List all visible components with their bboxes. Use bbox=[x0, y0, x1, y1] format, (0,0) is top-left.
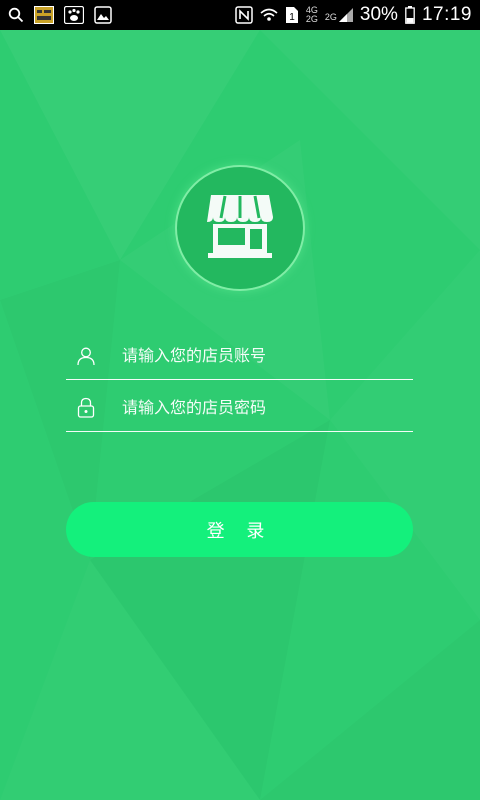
sim1-icon: 1 bbox=[285, 6, 299, 24]
account-field[interactable] bbox=[66, 332, 413, 380]
logo-circle bbox=[175, 164, 305, 291]
battery-percent: 30% bbox=[359, 4, 398, 25]
svg-text:1: 1 bbox=[289, 12, 295, 23]
status-bar: 1 4G 2G 2G 30% 17:19 bbox=[0, 0, 480, 30]
baidu-app-icon bbox=[64, 6, 84, 24]
logo bbox=[175, 164, 305, 291]
password-field[interactable] bbox=[66, 384, 413, 432]
wifi-icon bbox=[260, 6, 278, 24]
status-bar-right: 1 4G 2G 2G 30% 17:19 bbox=[235, 4, 472, 26]
login-screen: 1 4G 2G 2G 30% 17:19 请输入您的店员账号 登 录 bbox=[0, 0, 480, 800]
signal-icon: 2G bbox=[325, 8, 353, 22]
search-icon bbox=[8, 7, 24, 23]
gallery-icon bbox=[94, 6, 112, 24]
network-2g-label: 2G bbox=[305, 14, 318, 24]
lock-icon bbox=[71, 397, 101, 419]
shop-icon bbox=[205, 191, 275, 265]
status-bar-left bbox=[8, 6, 112, 24]
account-input[interactable] bbox=[120, 345, 394, 366]
password-input[interactable] bbox=[120, 397, 394, 418]
nfc-icon bbox=[235, 6, 253, 24]
news-app-icon bbox=[34, 6, 54, 24]
clock: 17:19 bbox=[421, 4, 472, 25]
user-icon bbox=[71, 346, 101, 366]
network-4g-2g-indicator: 4G 2G bbox=[306, 6, 318, 24]
login-button[interactable]: 登 录 bbox=[66, 502, 413, 557]
network-2g-secondary-label: 2G bbox=[324, 12, 337, 22]
battery-icon bbox=[405, 6, 415, 24]
